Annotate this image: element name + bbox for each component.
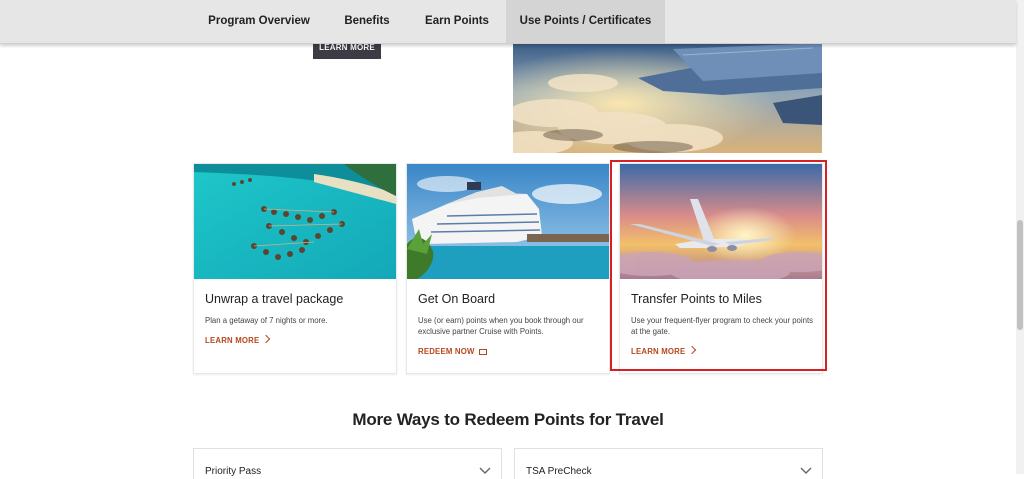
page-scrollbar[interactable]: [1016, 0, 1024, 474]
chevron-right-icon: [687, 345, 697, 355]
card-get-on-board: Get On Board Use (or earn) points when y…: [406, 163, 610, 374]
section-title: More Ways to Redeem Points for Travel: [352, 410, 664, 429]
chevron-right-icon: [261, 334, 271, 344]
learn-more-link[interactable]: LEARN MORE: [631, 345, 697, 356]
link-label: LEARN MORE: [205, 336, 260, 345]
card-transfer-points: Transfer Points to Miles Use your freque…: [619, 163, 823, 374]
card-title: Get On Board: [418, 292, 496, 306]
tab-use-points-certificates[interactable]: Use Points / Certificates: [506, 0, 665, 43]
link-label: LEARN MORE: [631, 347, 686, 356]
cruise-ship-image: [407, 164, 609, 279]
tab-program-overview[interactable]: Program Overview: [196, 0, 322, 43]
card-title: Transfer Points to Miles: [631, 292, 762, 306]
card-title: Unwrap a travel package: [205, 292, 344, 306]
scrollbar-thumb[interactable]: [1017, 220, 1023, 330]
accordion-priority-pass[interactable]: Priority Pass: [193, 448, 502, 479]
tab-earn-points[interactable]: Earn Points: [418, 0, 496, 43]
program-nav: Program Overview Benefits Earn Points Us…: [0, 0, 1016, 44]
airplane-sunset-image: [620, 164, 822, 279]
accordion-label: Priority Pass: [205, 466, 262, 477]
card-travel-package: Unwrap a travel package Plan a getaway o…: [193, 163, 397, 374]
learn-more-link[interactable]: LEARN MORE: [205, 334, 271, 345]
redeem-now-link[interactable]: REDEEM NOW: [418, 347, 487, 356]
card-description: Use (or earn) points when you book throu…: [418, 316, 584, 336]
accordion-tsa-precheck[interactable]: TSA PreCheck: [514, 448, 823, 479]
link-label: REDEEM NOW: [418, 347, 475, 356]
card-description: Use your frequent-flyer program to check…: [631, 316, 814, 336]
accordion-label: TSA PreCheck: [526, 466, 592, 477]
hero-wing-image: [513, 43, 822, 153]
external-window-icon: [478, 349, 487, 355]
tab-benefits[interactable]: Benefits: [332, 0, 402, 43]
overwater-bungalows-image: [194, 164, 396, 279]
card-description: Plan a getaway of 7 nights or more.: [205, 316, 328, 325]
